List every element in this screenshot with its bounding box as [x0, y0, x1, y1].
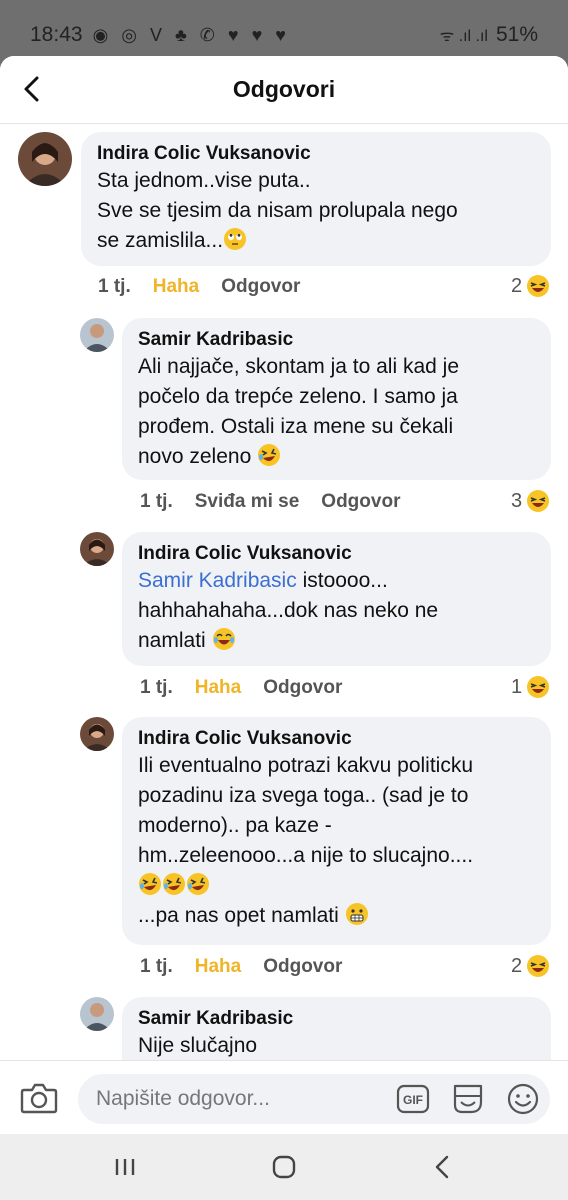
smile-icon[interactable] — [506, 1082, 540, 1116]
reply-composer: GIF — [0, 1060, 568, 1134]
reply-button[interactable]: Odgovor — [263, 956, 342, 978]
comment-text-segment: istoooo... — [302, 569, 388, 592]
comment-text-segment: namlati — [138, 629, 206, 652]
reply-input-pill[interactable]: GIF — [78, 1074, 550, 1124]
avatar[interactable] — [80, 318, 114, 352]
rofl-emoji-icon — [187, 873, 209, 895]
comment-text: Sve se tjesim da nisam prolupala nego — [97, 199, 458, 222]
comment-text: ...pa nas opet namlati — [138, 901, 535, 931]
comment-text-segment: novo zeleno — [138, 445, 252, 468]
reply-button[interactable]: Odgovor — [221, 276, 300, 298]
reply-input[interactable] — [96, 1087, 386, 1111]
comment-author[interactable]: Indira Colic Vuksanovic — [138, 542, 535, 566]
status-right: ᯤ .ıl .ıl 51% — [440, 23, 538, 47]
comment-text-segment: se zamislila... — [97, 229, 224, 252]
grimacing-emoji-icon — [345, 903, 368, 925]
reaction-button[interactable]: Sviđa mi se — [195, 491, 300, 513]
comment-text: hahhahahaha...dok nas neko ne — [138, 599, 439, 622]
comment-text: Ali najjače, skontam ja to ali kad je — [138, 355, 459, 378]
tears-of-joy-emoji-icon — [212, 628, 235, 650]
eye-roll-emoji-icon — [224, 228, 247, 250]
system-nav-bar — [0, 1134, 568, 1200]
reaction-button[interactable]: Haha — [195, 956, 241, 978]
comment-text: hm..zeleenooo...a nije to slucajno.... — [138, 844, 474, 867]
comment-time[interactable]: 1 tj. — [140, 956, 173, 978]
laughing-emoji-icon — [527, 955, 550, 977]
comment-bubble[interactable]: Indira Colic Vuksanovic Samir Kadribasic… — [122, 532, 551, 666]
comment-text: Sta jednom..vise puta.. — [97, 169, 311, 192]
comment-actions: 1 tj. Sviđa mi se Odgovor — [140, 491, 400, 513]
avatar[interactable] — [18, 132, 72, 186]
reaction-count[interactable]: 2 — [511, 274, 550, 298]
rofl-emoji-icon — [139, 873, 161, 895]
notification-icons: ◉ ◎ V ♣ ✆ ♥ ♥ ♥ — [92, 24, 290, 45]
comment-text-segment: ...pa nas opet namlati — [138, 904, 339, 927]
laughing-emoji-icon — [527, 275, 550, 297]
page-title: Odgovori — [232, 76, 336, 102]
mention-link[interactable]: Samir Kadribasic — [138, 569, 297, 592]
battery-level: 51% — [495, 23, 538, 46]
comment-text: Samir Kadribasic istoooo... — [138, 566, 535, 596]
avatar[interactable] — [80, 532, 114, 566]
comment-actions: 1 tj. Haha Odgovor — [98, 276, 300, 298]
comment-text: novo zeleno — [138, 442, 535, 472]
reply-button[interactable]: Odgovor — [321, 491, 400, 513]
home-icon[interactable] — [271, 1154, 297, 1180]
nav-back-icon[interactable] — [430, 1154, 456, 1180]
comment-text: prođem. Ostali iza mene su čekali — [138, 415, 454, 438]
comment-author[interactable]: Samir Kadribasic — [138, 1007, 535, 1031]
replies-sheet: Odgovori Indira Colic Vuksanovic Sta jed… — [0, 56, 568, 1134]
svg-text:GIF: GIF — [403, 1093, 423, 1107]
comment-bubble[interactable]: Indira Colic Vuksanovic Sta jednom..vise… — [81, 132, 551, 266]
reaction-count[interactable]: 3 — [511, 489, 550, 513]
comment-emoji-row — [138, 871, 535, 901]
reaction-button[interactable]: Haha — [153, 276, 199, 298]
reply-button[interactable]: Odgovor — [263, 677, 342, 699]
comment-author[interactable]: Indira Colic Vuksanovic — [97, 142, 535, 166]
gif-icon[interactable]: GIF — [396, 1083, 430, 1115]
reaction-button[interactable]: Haha — [195, 677, 241, 699]
laughing-emoji-icon — [527, 676, 550, 698]
comment-time[interactable]: 1 tj. — [98, 276, 131, 298]
comment-actions: 1 tj. Haha Odgovor — [140, 677, 342, 699]
status-left: 18:43 ◉ ◎ V ♣ ✆ ♥ ♥ ♥ — [30, 23, 290, 47]
comment-text: Ili eventualno potrazi kakvu politicku — [138, 754, 474, 777]
comment-bubble[interactable]: Indira Colic Vuksanovic Ili eventualno p… — [122, 717, 551, 945]
reaction-count-value: 1 — [511, 675, 523, 698]
laughing-emoji-icon — [527, 490, 550, 512]
comment-text: moderno).. pa kaze - — [138, 814, 332, 837]
avatar[interactable] — [80, 717, 114, 751]
signal-icon: ᯤ .ıl .ıl — [439, 28, 488, 45]
sticker-icon[interactable] — [450, 1082, 486, 1116]
comment-text: Nije slučajno — [138, 1034, 258, 1057]
comment-text: počelo da trepće zeleno. I samo ja — [138, 385, 458, 408]
reaction-count-value: 3 — [511, 489, 523, 512]
reaction-count-value: 2 — [511, 274, 523, 297]
header: Odgovori — [0, 56, 568, 124]
comment-text: se zamislila... — [97, 226, 535, 256]
comment-author[interactable]: Samir Kadribasic — [138, 328, 535, 352]
comment-text: namlati — [138, 626, 535, 656]
comment-actions: 1 tj. Haha Odgovor — [140, 956, 342, 978]
rofl-emoji-icon — [258, 444, 281, 466]
comment-time[interactable]: 1 tj. — [140, 491, 173, 513]
reaction-count[interactable]: 2 — [511, 954, 550, 978]
recent-apps-icon[interactable] — [112, 1156, 138, 1178]
reaction-count[interactable]: 1 — [511, 675, 550, 699]
comment-time[interactable]: 1 tj. — [140, 677, 173, 699]
rofl-emoji-icon — [163, 873, 185, 895]
comment-text: pozadinu iza svega toga.. (sad je to — [138, 784, 469, 807]
status-time: 18:43 — [30, 23, 83, 46]
camera-icon[interactable] — [20, 1081, 58, 1115]
comment-bubble[interactable]: Samir Kadribasic Ali najjače, skontam ja… — [122, 318, 551, 480]
comment-author[interactable]: Indira Colic Vuksanovic — [138, 727, 535, 751]
reaction-count-value: 2 — [511, 954, 523, 977]
avatar[interactable] — [80, 997, 114, 1031]
